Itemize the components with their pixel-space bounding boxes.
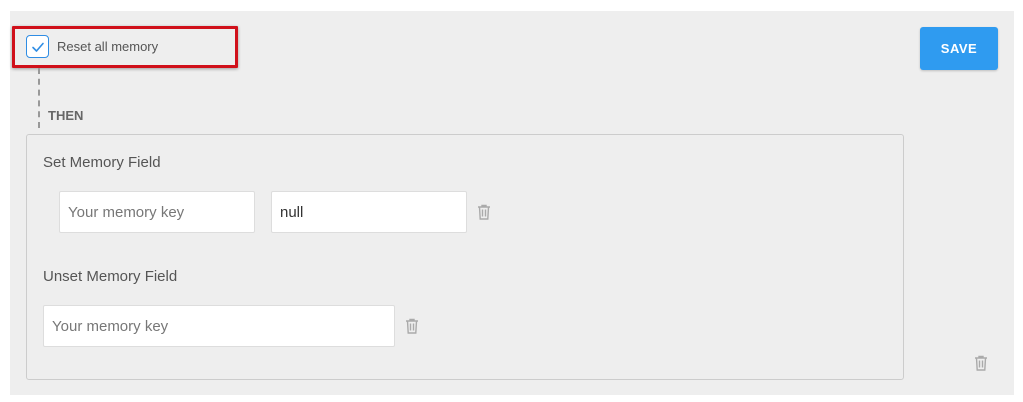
flow-connector xyxy=(38,68,40,128)
delete-set-memory-button[interactable] xyxy=(477,204,491,220)
save-button[interactable]: SAVE xyxy=(920,27,998,70)
check-icon xyxy=(31,42,44,52)
reset-memory-label[interactable]: Reset all memory xyxy=(57,39,158,55)
reset-memory-checkbox[interactable] xyxy=(26,35,49,58)
unset-memory-key-input[interactable] xyxy=(43,305,395,347)
unset-memory-title: Unset Memory Field xyxy=(43,268,178,285)
set-memory-title: Set Memory Field xyxy=(43,154,161,171)
set-memory-value-input[interactable] xyxy=(271,191,467,233)
then-label: THEN xyxy=(48,108,84,123)
delete-rule-button[interactable] xyxy=(974,355,988,371)
trash-icon xyxy=(975,355,987,371)
delete-unset-memory-button[interactable] xyxy=(405,318,419,334)
trash-icon xyxy=(406,318,418,334)
trash-icon xyxy=(478,204,490,220)
set-memory-key-input[interactable] xyxy=(59,191,255,233)
